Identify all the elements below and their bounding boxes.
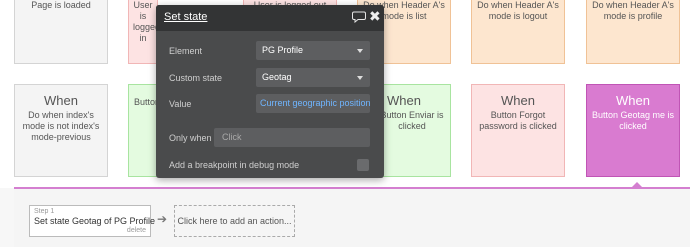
step-label: Step 1 [34, 208, 55, 215]
element-label: Element [169, 46, 203, 56]
breakpoint-label: Add a breakpoint in debug mode [169, 160, 300, 170]
comment-icon[interactable] [352, 11, 366, 23]
custom-state-label: Custom state [169, 73, 223, 83]
action-step-1[interactable]: Step 1 Set state Geotag of PG Profile de… [29, 205, 156, 237]
value-expression-field[interactable]: Current geographic position [256, 94, 370, 113]
set-state-popup: Set state ✖ Element PG Profile Custom st… [156, 5, 384, 178]
add-action-button[interactable]: Click here to add an action... [174, 205, 295, 237]
event-card-index-mode[interactable]: When Do when index's mode is not index's… [14, 84, 108, 177]
event-card-user-logged-in[interactable]: User is logged in [128, 0, 158, 64]
popup-title[interactable]: Set state [164, 11, 207, 23]
event-card-when: When [616, 93, 650, 108]
event-card-button-geotag-me[interactable]: When Button Geotag me is clicked [586, 84, 680, 177]
custom-state-dropdown[interactable]: Geotag [256, 68, 370, 87]
event-card-text: Button Geotag me is clicked [591, 110, 675, 131]
element-dropdown-value: PG Profile [262, 45, 304, 55]
event-card-text: Button Forgot password is clicked [479, 110, 557, 131]
event-card-when: When [501, 93, 535, 108]
only-when-input[interactable]: Click [214, 128, 370, 147]
event-card-text: Do when Header A's mode is profile [592, 0, 674, 21]
selected-event-pointer [631, 182, 643, 188]
only-when-label: Only when [169, 133, 212, 143]
close-icon[interactable]: ✖ [369, 9, 381, 23]
event-card-button-forgot-password[interactable]: When Button Forgot password is clicked [471, 84, 565, 177]
breakpoint-checkbox[interactable] [357, 159, 369, 171]
event-card-text: Do when Header A's mode is logout [477, 0, 559, 21]
event-card-text: User is logged in [133, 0, 158, 43]
popup-header: Set state ✖ [156, 5, 384, 31]
step-text: Set state Geotag of PG Profile [34, 216, 156, 226]
event-card-text: Do when index's mode is not index's mode… [22, 110, 100, 142]
arrow-right-icon: ➔ [157, 212, 168, 226]
step-delete-link[interactable]: delete [127, 227, 146, 234]
chevron-down-icon [357, 76, 363, 80]
custom-state-dropdown-value: Geotag [262, 72, 292, 82]
element-dropdown[interactable]: PG Profile [256, 41, 370, 60]
value-label: Value [169, 99, 192, 109]
event-card-when: When [44, 93, 78, 108]
event-card-text: Page is loaded [31, 0, 91, 10]
event-card-page-loaded[interactable]: Page is loaded [14, 0, 108, 64]
event-card-header-profile[interactable]: Do when Header A's mode is profile [586, 0, 680, 64]
event-card-header-logout[interactable]: Do when Header A's mode is logout [471, 0, 565, 64]
chevron-down-icon [357, 49, 363, 53]
